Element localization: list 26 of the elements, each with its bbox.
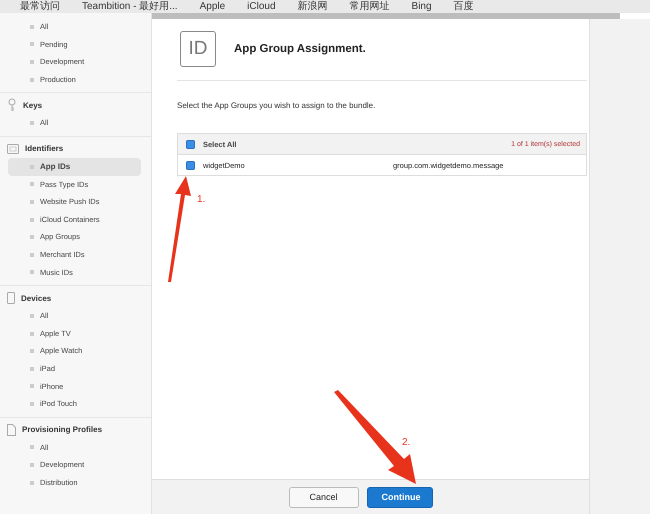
phone-icon bbox=[7, 292, 15, 304]
bookmark-link[interactable]: Teambition - 最好用... bbox=[82, 0, 178, 13]
bookmark-link[interactable]: 百度 bbox=[454, 0, 474, 13]
bookmark-link[interactable]: Apple bbox=[200, 0, 226, 13]
page-title: App Group Assignment. bbox=[234, 43, 366, 55]
annotation-label: 2. bbox=[402, 437, 410, 448]
key-icon bbox=[7, 98, 17, 112]
checkbox[interactable] bbox=[186, 160, 195, 170]
continue-button[interactable]: Continue bbox=[366, 486, 432, 508]
annotation-label: 1. bbox=[197, 194, 206, 205]
id-badge-icon: ID bbox=[180, 31, 216, 67]
section-title: Keys bbox=[23, 100, 42, 110]
bookmark-link[interactable]: iCloud bbox=[247, 0, 276, 13]
cancel-button[interactable]: Cancel bbox=[288, 486, 358, 508]
document-icon bbox=[7, 424, 16, 436]
section-title: Provisioning Profiles bbox=[22, 425, 102, 434]
bookmark-link[interactable]: 最常访问 bbox=[20, 0, 60, 13]
bookmark-link[interactable]: 新浪网 bbox=[298, 0, 328, 13]
bookmark-link[interactable]: 常用网址 bbox=[350, 0, 390, 13]
sidebar-item[interactable]: App IDs bbox=[8, 158, 141, 176]
section-title: Identifiers bbox=[25, 144, 64, 154]
id-card-icon bbox=[7, 144, 19, 154]
section-title: Devices bbox=[21, 294, 52, 303]
instruction-text: Select the App Groups you wish to assign to the bundle. bbox=[177, 101, 376, 110]
bookmark-link[interactable]: Bing bbox=[412, 0, 432, 13]
checkbox[interactable] bbox=[186, 140, 195, 148]
